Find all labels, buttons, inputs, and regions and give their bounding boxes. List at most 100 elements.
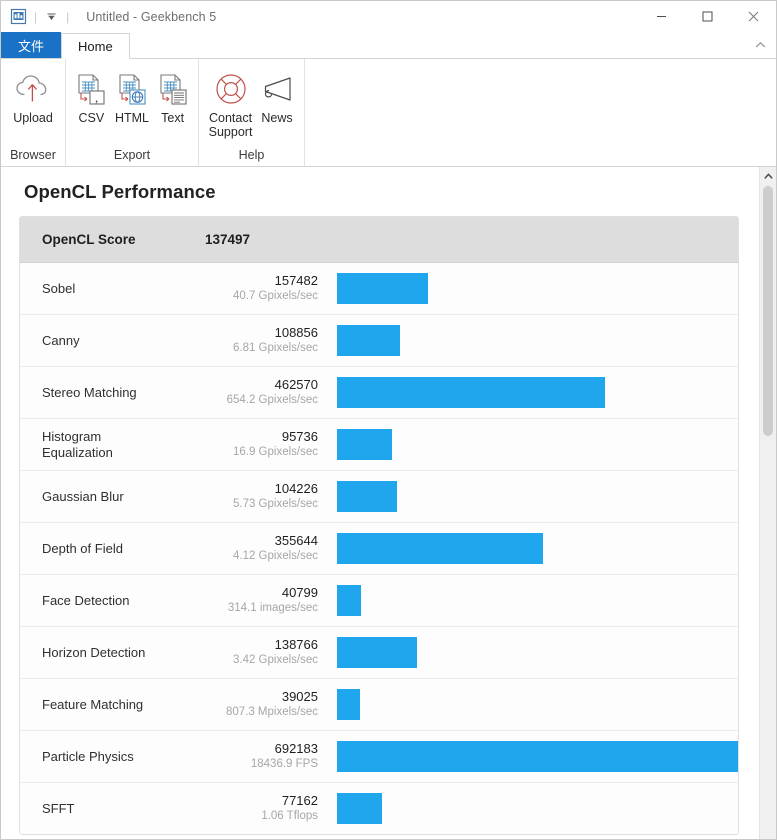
benchmark-bar-track (318, 585, 738, 616)
export-html-icon (115, 69, 149, 109)
minimize-icon[interactable] (638, 1, 684, 32)
table-row: Face Detection 40799 314.1 images/sec (20, 575, 738, 627)
benchmark-bar-track (318, 689, 738, 720)
table-row: Particle Physics 692183 18436.9 FPS (20, 731, 738, 783)
benchmark-bar (337, 637, 417, 668)
ribbon-group-help: Contact Support News Help (199, 59, 305, 166)
benchmark-bar (337, 585, 361, 616)
benchmark-values: 108856 6.81 Gpixels/sec (205, 325, 318, 356)
window-title: Untitled - Geekbench 5 (86, 9, 217, 24)
benchmark-name: Gaussian Blur (42, 488, 124, 504)
benchmark-score: 138766 (274, 637, 318, 652)
quick-access-toolbar: | | Untitled - Geekbench 5 (1, 8, 216, 25)
scrollbar-track[interactable] (760, 185, 776, 839)
table-row: Horizon Detection 138766 3.42 Gpixels/sec (20, 627, 738, 679)
benchmark-score: 77162 (281, 793, 318, 808)
benchmark-name: Sobel (42, 280, 76, 296)
benchmark-rate: 5.73 Gpixels/sec (232, 498, 318, 510)
benchmark-bar (337, 793, 382, 824)
table-row: Stereo Matching 462570 654.2 Gpixels/sec (20, 367, 738, 419)
benchmark-score: 157482 (274, 273, 318, 288)
benchmark-bar-track (318, 637, 738, 668)
chevron-up-icon[interactable] (760, 167, 776, 185)
megaphone-icon (259, 69, 295, 109)
page-title: OpenCL Performance (24, 181, 216, 202)
export-html-label: HTML (114, 111, 150, 125)
benchmark-score: 95736 (281, 429, 318, 444)
chevron-down-icon[interactable] (44, 9, 59, 24)
benchmark-name: Histogram Equalization (42, 428, 113, 460)
document-app-icon (10, 8, 27, 25)
benchmark-values: 40799 314.1 images/sec (205, 585, 318, 616)
benchmark-bar (337, 533, 543, 564)
tab-home[interactable]: Home (61, 33, 130, 59)
lifebuoy-icon (214, 69, 248, 109)
export-csv-button[interactable]: , CSV (72, 63, 111, 125)
benchmark-rate: 314.1 images/sec (227, 602, 318, 614)
cloud-upload-icon (14, 69, 52, 109)
benchmark-score: 40799 (281, 585, 318, 600)
export-csv-icon: , (74, 69, 108, 109)
export-csv-label: CSV (78, 111, 105, 125)
ribbon: Upload Browser , CSV HTML Text Export Co… (1, 59, 776, 167)
opencl-results-card: OpenCL Score 137497 Sobel 157482 40.7 Gpix… (19, 216, 739, 835)
ribbon-group-export-label: Export (113, 148, 151, 162)
benchmark-score: 108856 (274, 325, 318, 340)
benchmark-values: 462570 654.2 Gpixels/sec (205, 377, 318, 408)
ribbon-tab-bar: 文件 Home (1, 32, 776, 59)
benchmark-name: Depth of Field (42, 540, 123, 556)
benchmark-score: 462570 (274, 377, 318, 392)
contact-support-label: Contact Support (208, 111, 253, 139)
benchmark-bar-track (318, 273, 738, 304)
table-row: Gaussian Blur 104226 5.73 Gpixels/sec (20, 471, 738, 523)
benchmark-bar (337, 429, 392, 460)
results-scroll-region: OpenCL Performance OpenCL Score 137497 S… (1, 167, 759, 839)
results-header-row: OpenCL Score 137497 (20, 217, 738, 263)
overall-score-label: OpenCL Score (42, 232, 136, 247)
benchmark-bar (337, 325, 400, 356)
benchmark-name: Canny (42, 332, 80, 348)
export-text-button[interactable]: Text (153, 63, 192, 125)
benchmark-bar-track (318, 741, 738, 772)
maximize-icon[interactable] (684, 1, 730, 32)
table-row: Depth of Field 355644 4.12 Gpixels/sec (20, 523, 738, 575)
benchmark-rate: 6.81 Gpixels/sec (232, 342, 318, 354)
benchmark-values: 77162 1.06 Tflops (205, 793, 318, 824)
table-row: Histogram Equalization 95736 16.9 Gpixels/… (20, 419, 738, 471)
upload-button[interactable]: Upload (7, 63, 59, 125)
benchmark-bar (337, 273, 428, 304)
close-icon[interactable] (730, 1, 776, 32)
benchmark-values: 95736 16.9 Gpixels/sec (205, 429, 318, 460)
ribbon-group-help-label: Help (238, 148, 265, 162)
vertical-scrollbar[interactable] (759, 167, 776, 839)
table-row: Sobel 157482 40.7 Gpixels/sec (20, 263, 738, 315)
benchmark-rate: 4.12 Gpixels/sec (232, 550, 318, 562)
chevron-up-icon[interactable] (752, 37, 768, 53)
export-html-button[interactable]: HTML (111, 63, 153, 125)
benchmark-rate: 18436.9 FPS (250, 758, 318, 770)
benchmark-bar (337, 377, 605, 408)
benchmark-score: 39025 (281, 689, 318, 704)
scrollbar-thumb[interactable] (763, 186, 773, 436)
benchmark-bar (337, 481, 397, 512)
benchmark-values: 355644 4.12 Gpixels/sec (205, 533, 318, 564)
table-row: Feature Matching 39025 807.3 Mpixels/sec (20, 679, 738, 731)
export-text-icon (156, 69, 190, 109)
ribbon-group-browser: Upload Browser (1, 59, 66, 166)
benchmark-bar-track (318, 377, 738, 408)
benchmark-values: 692183 18436.9 FPS (205, 741, 318, 772)
qat-divider-1: | (34, 9, 38, 24)
svg-text:,: , (95, 90, 98, 105)
benchmark-name: Feature Matching (42, 696, 144, 712)
benchmark-values: 39025 807.3 Mpixels/sec (205, 689, 318, 720)
benchmark-score: 355644 (274, 533, 318, 548)
news-button[interactable]: News (256, 63, 298, 125)
news-label: News (261, 111, 293, 125)
benchmark-name: Horizon Detection (42, 644, 146, 660)
contact-support-button[interactable]: Contact Support (205, 63, 256, 139)
table-row: Canny 108856 6.81 Gpixels/sec (20, 315, 738, 367)
upload-label: Upload (13, 111, 53, 125)
tab-file[interactable]: 文件 (1, 32, 62, 58)
window-controls (638, 1, 776, 32)
content-area: OpenCL Performance OpenCL Score 137497 S… (1, 167, 776, 839)
